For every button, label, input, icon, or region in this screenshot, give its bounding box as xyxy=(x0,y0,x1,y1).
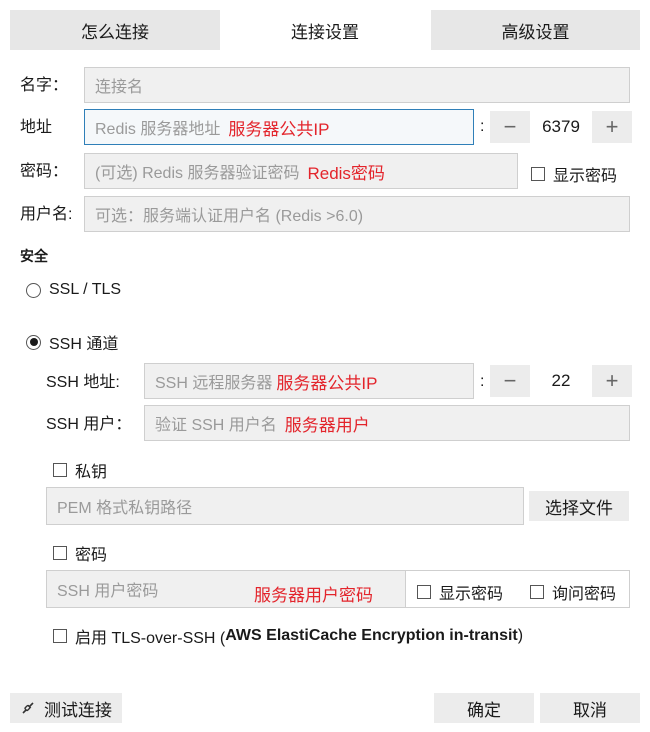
username-placeholder: 可选：服务端认证用户名 (Redis >6.0) xyxy=(95,208,364,225)
name-label: 名字： xyxy=(20,77,69,94)
tab-connection-settings[interactable]: 连接设置 xyxy=(220,10,430,50)
checkbox-box[interactable] xyxy=(53,463,67,477)
private-key-placeholder: PEM 格式私钥路径 xyxy=(57,500,193,517)
choose-file-button[interactable]: 选择文件 xyxy=(529,491,629,521)
plus-icon[interactable]: + xyxy=(592,365,632,397)
plus-icon[interactable]: + xyxy=(592,111,632,143)
checkbox-box[interactable] xyxy=(53,629,67,643)
test-connection-label: 测试连接 xyxy=(44,700,112,720)
tls-over-ssh-prefix: 启用 TLS-over-SSH ( xyxy=(75,630,226,647)
ssh-user-placeholder: 验证 SSH 用户名 xyxy=(155,417,277,434)
ssl-tls-radio[interactable]: SSL / TLS xyxy=(26,281,121,299)
ssh-password-placeholder: SSH 用户密码 xyxy=(57,583,159,600)
test-connection-button[interactable]: 测试连接 xyxy=(10,693,122,723)
ssh-port-colon: : xyxy=(480,373,485,390)
password-placeholder: (可选) Redis 服务器验证密码 xyxy=(95,165,300,182)
tls-over-ssh-suffix: ) xyxy=(517,627,524,644)
minus-icon[interactable]: − xyxy=(490,111,530,143)
ssh-user-label: SSH 用户： xyxy=(46,416,132,433)
radio-selected-dot xyxy=(29,338,38,346)
private-key-label: 私钥 xyxy=(75,464,108,481)
plug-link-icon xyxy=(22,702,34,714)
checkbox-box[interactable] xyxy=(53,546,67,560)
ssh-address-annotation: 服务器公共IP xyxy=(276,373,378,393)
ssh-port-stepper[interactable]: − 22 + xyxy=(490,365,632,397)
ask-password-label: 询问密码 xyxy=(552,586,617,603)
password-label: 密码： xyxy=(20,163,69,180)
ssh-address-input[interactable]: SSH 远程服务器 服务器公共IP xyxy=(144,363,474,399)
ssh-port-value[interactable]: 22 xyxy=(530,365,592,397)
ask-password-checkbox[interactable]: 询问密码 xyxy=(530,580,616,604)
ssh-password-annotation: 服务器用户密码 xyxy=(254,586,373,605)
password-input[interactable]: (可选) Redis 服务器验证密码 Redis密码 xyxy=(84,153,518,189)
port-colon: : xyxy=(480,118,485,135)
address-input[interactable]: Redis 服务器地址 服务器公共IP xyxy=(84,109,474,145)
username-label: 用户名: xyxy=(20,206,73,223)
ssh-user-annotation: 服务器用户 xyxy=(284,415,370,435)
tls-over-ssh-checkbox[interactable]: 启用 TLS-over-SSH (AWS ElastiCache Encrypt… xyxy=(53,624,523,648)
ssh-tunnel-radio[interactable]: SSH 通道 xyxy=(26,330,118,354)
cancel-button[interactable]: 取消 xyxy=(540,693,640,723)
ssl-tls-label: SSL / TLS xyxy=(49,281,122,298)
ssh-address-placeholder: SSH 远程服务器 xyxy=(155,375,273,392)
ok-button[interactable]: 确定 xyxy=(434,693,534,723)
private-key-path-input[interactable]: PEM 格式私钥路径 xyxy=(46,487,524,525)
password-annotation: Redis密码 xyxy=(307,163,385,183)
radio-circle[interactable] xyxy=(26,334,41,350)
show-password-label: 显示密码 xyxy=(553,168,618,185)
ssh-user-input[interactable]: 验证 SSH 用户名 服务器用户 xyxy=(144,405,630,441)
minus-icon[interactable]: − xyxy=(490,365,530,397)
ssh-address-label: SSH 地址: xyxy=(46,374,120,391)
private-key-checkbox[interactable]: 私钥 xyxy=(53,458,107,482)
radio-circle[interactable] xyxy=(26,282,41,298)
address-annotation: 服务器公共IP xyxy=(228,119,330,139)
name-placeholder: 连接名 xyxy=(95,79,144,96)
checkbox-box[interactable] xyxy=(530,585,544,599)
port-stepper[interactable]: − 6379 + xyxy=(490,111,632,143)
show-password-checkbox[interactable]: 显示密码 xyxy=(531,162,617,186)
address-label: 地址 xyxy=(20,119,53,136)
checkbox-box[interactable] xyxy=(417,585,431,599)
tab-how-to-connect[interactable]: 怎么连接 xyxy=(10,10,220,50)
address-placeholder: Redis 服务器地址 xyxy=(95,121,221,138)
ssh-show-password-label: 显示密码 xyxy=(439,586,504,603)
name-input[interactable]: 连接名 xyxy=(84,67,630,103)
ssh-show-password-checkbox[interactable]: 显示密码 xyxy=(417,580,503,604)
port-value[interactable]: 6379 xyxy=(530,111,592,143)
username-input[interactable]: 可选：服务端认证用户名 (Redis >6.0) xyxy=(84,196,630,232)
ssh-password-label: 密码 xyxy=(75,547,108,564)
tls-over-ssh-bold: AWS ElastiCache Encryption in-transit xyxy=(225,627,518,644)
ssh-password-checkbox[interactable]: 密码 xyxy=(53,541,107,565)
tab-advanced-settings[interactable]: 高级设置 xyxy=(431,10,640,50)
checkbox-box[interactable] xyxy=(531,167,545,181)
security-title: 安全 xyxy=(20,248,48,264)
ssh-tunnel-label: SSH 通道 xyxy=(49,336,119,353)
